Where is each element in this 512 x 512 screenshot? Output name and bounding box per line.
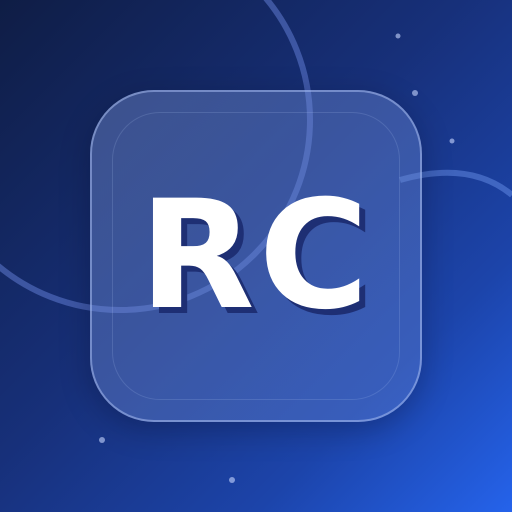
sparkle-dot [449,138,455,144]
sparkle-dot [229,477,235,483]
app-monogram: RC [139,169,373,343]
sparkle-dot [99,437,105,443]
app-icon-tile[interactable]: RC [90,90,422,422]
sparkle-dot [395,33,401,39]
